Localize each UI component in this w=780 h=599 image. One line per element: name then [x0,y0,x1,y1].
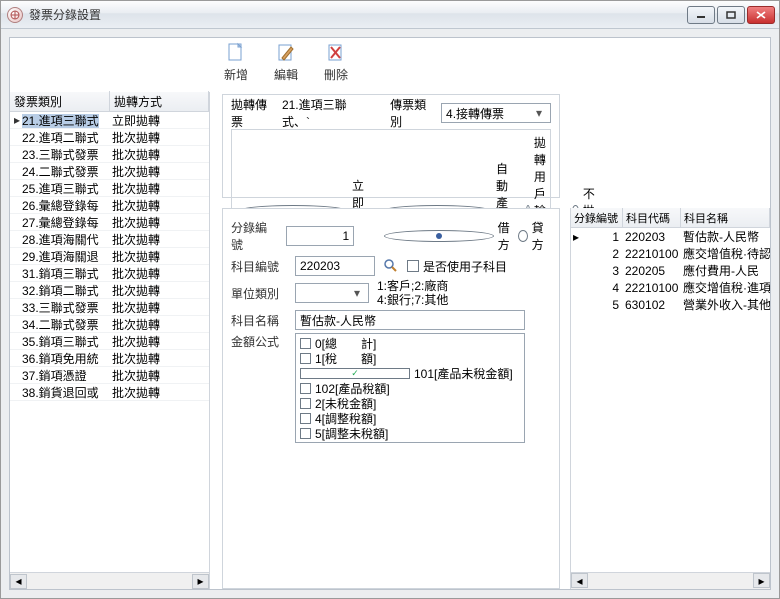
entry-list: 分錄編號 科目代碼 科目名稱 ▸1220203暫估款-人民幣222210100應… [570,208,770,589]
scroll-right-icon[interactable]: ▸ [753,573,770,588]
scroll-left-icon[interactable]: ◂ [571,573,588,588]
checkbox-icon [300,338,311,349]
list-item[interactable]: 28.進項海關代批次拋轉 [10,231,209,248]
entry-no-label: 分錄編號 [231,219,278,253]
list-item[interactable]: 31.銷項三聯式批次拋轉 [10,265,209,282]
list-item[interactable]: 36.銷項免用統批次拋轉 [10,350,209,367]
list-item[interactable]: 23.三聯式發票批次拋轉 [10,146,209,163]
amount-option[interactable]: 102[產品稅額] [300,381,520,396]
right-col-code[interactable]: 科目代碼 [623,208,681,228]
left-list-body[interactable]: ▸21.進項三聯式立即拋轉22.進項二聯式批次拋轉23.三聯式發票批次拋轉24.… [10,112,209,572]
table-row[interactable]: ▸1220203暫估款-人民幣 [571,228,770,245]
list-item[interactable]: 22.進項二聯式批次拋轉 [10,129,209,146]
content: 新增 編輯 刪除 發票類別 [1,29,779,598]
close-button[interactable] [747,6,775,24]
new-page-icon [225,42,247,64]
amount-formula-list[interactable]: 0[總 計]1[稅 額]101[產品未稅金額]102[產品稅額]2[未稅金額]4… [295,333,525,443]
right-scrollbar[interactable]: ◂ ▸ [571,572,770,589]
right-col-name[interactable]: 科目名稱 [681,208,770,228]
list-item[interactable]: 33.三聯式發票批次拋轉 [10,299,209,316]
acct-name-input[interactable]: 暫估款-人民幣 [295,310,525,330]
transfer-label: 拋轉傳票 [231,96,272,130]
checkbox-icon [300,413,311,424]
amount-option[interactable]: 2[未稅金額] [300,396,520,411]
list-item[interactable]: 27.彙總登錄每批次拋轉 [10,214,209,231]
minimize-button[interactable] [687,6,715,24]
amount-option[interactable]: 1[稅 額] [300,351,520,366]
list-item[interactable]: 26.彙總登錄每批次拋轉 [10,197,209,214]
transfer-options: 拋轉傳票 21.進項三聯式、` 傳票類別 4.接轉傳票 ▾ 立即拋轉 自動產生傳… [222,94,560,198]
list-item[interactable]: 32.銷項二聯式批次拋轉 [10,282,209,299]
table-row[interactable]: 5630102營業外收入-其他 [571,296,770,313]
right-list-body[interactable]: ▸1220203暫估款-人民幣222210100應交增值稅·待認3220205應… [571,228,770,572]
acct-no-label: 科目編號 [231,258,287,275]
checkbox-icon [300,383,311,394]
table-row[interactable]: 3220205應付費用-人民 [571,262,770,279]
amount-option[interactable]: 0[總 計] [300,336,520,351]
list-item[interactable]: 38.銷貨退回或批次拋轉 [10,384,209,401]
entry-form: 分錄編號 1 借方 貸方 科目編號 220203 是否使用子科目 單位類別 [222,208,560,589]
table-row[interactable]: 222210100應交增值稅·待認 [571,245,770,262]
toolbar: 新增 編輯 刪除 [220,42,352,92]
maximize-button[interactable] [717,6,745,24]
unit-legend: 1:客戶;2:廠商 4:銀行;7:其他 [377,279,448,307]
voucher-type-select[interactable]: 4.接轉傳票 ▾ [441,103,551,123]
table-row[interactable]: 422210100應交增值稅·進項 [571,279,770,296]
use-sub-account-checkbox[interactable]: 是否使用子科目 [407,258,507,275]
titlebar: 發票分錄設置 [1,1,779,29]
delete-button[interactable]: 刪除 [320,42,352,92]
add-button[interactable]: 新增 [220,42,252,92]
entry-no-input[interactable]: 1 [286,226,354,246]
edit-icon [275,42,297,64]
delete-icon [325,42,347,64]
list-item[interactable]: 24.二聯式發票批次拋轉 [10,163,209,180]
invoice-type-list: 發票類別 拋轉方式 ▸21.進項三聯式立即拋轉22.進項二聯式批次拋轉23.三聯… [10,92,210,589]
unit-select[interactable]: ▾ [295,283,369,303]
left-col-mode[interactable]: 拋轉方式 [110,91,209,112]
checkbox-icon [300,398,311,409]
chevron-down-icon: ▾ [350,286,364,300]
window-title: 發票分錄設置 [29,6,101,23]
edit-button[interactable]: 編輯 [270,42,302,92]
list-item[interactable]: 25.進項三聯式批次拋轉 [10,180,209,197]
chevron-down-icon: ▾ [532,106,546,120]
list-item[interactable]: 37.銷項憑證批次拋轉 [10,367,209,384]
list-item[interactable]: ▸21.進項三聯式立即拋轉 [10,112,209,129]
app-icon [7,7,23,23]
left-scrollbar[interactable]: ◂ ▸ [10,572,209,589]
unit-label: 單位類別 [231,285,287,302]
row-pointer-icon: ▸ [12,113,22,127]
radio-credit[interactable]: 貸方 [518,219,551,253]
checkbox-icon [300,428,311,439]
list-item[interactable]: 35.銷項三聯式批次拋轉 [10,333,209,350]
list-item[interactable]: 34.二聯式發票批次拋轉 [10,316,209,333]
list-item[interactable]: 29.進項海關退批次拋轉 [10,248,209,265]
radio-debit[interactable]: 借方 [384,219,510,253]
checkbox-icon [300,368,410,379]
left-col-type[interactable]: 發票類別 [10,91,110,112]
app-window: 發票分錄設置 新增 [0,0,780,599]
transfer-text: 21.進項三聯式、` [282,96,361,130]
amount-option[interactable]: 101[產品未稅金額] [300,366,520,381]
right-col-no[interactable]: 分錄編號 [571,208,623,228]
acct-no-input[interactable]: 220203 [295,256,375,276]
right-list-header: 分錄編號 科目代碼 科目名稱 [571,208,770,228]
search-icon[interactable] [383,258,399,274]
acct-name-label: 科目名稱 [231,312,287,329]
amount-label: 金額公式 [231,333,287,350]
checkbox-icon [300,353,311,364]
amount-option[interactable]: 4[調整稅額] [300,411,520,426]
left-list-header: 發票類別 拋轉方式 [10,92,209,112]
amount-option[interactable]: 5[調整未稅額] [300,426,520,441]
scroll-right-icon[interactable]: ▸ [192,574,209,589]
voucher-type-label: 傳票類別 [390,96,431,130]
scroll-left-icon[interactable]: ◂ [10,574,27,589]
